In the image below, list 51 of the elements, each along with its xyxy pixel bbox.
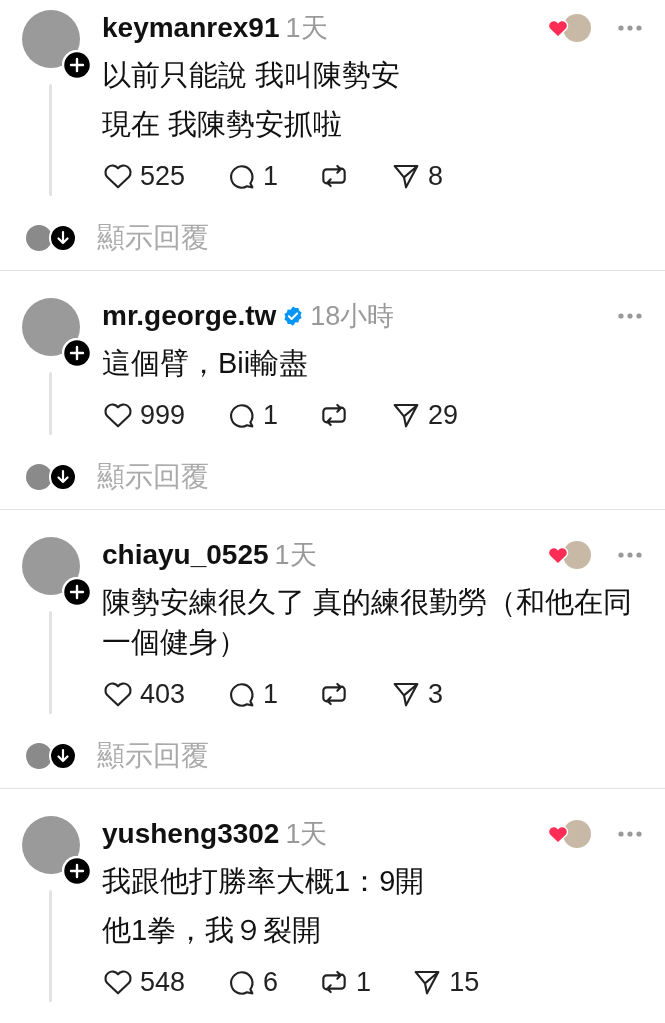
- username[interactable]: yusheng3302: [102, 818, 280, 850]
- comment-text: 陳勢安練很久了 真的練很勤勞（和他在同一個健身）: [102, 585, 634, 660]
- follow-plus-icon[interactable]: [62, 338, 92, 368]
- avatar[interactable]: [22, 298, 80, 356]
- replier-avatar: [26, 464, 52, 490]
- repost-button[interactable]: 1: [318, 966, 372, 998]
- share-button[interactable]: 3: [390, 678, 444, 710]
- like-button[interactable]: 548: [102, 966, 186, 998]
- reply-button[interactable]: 1: [225, 399, 279, 431]
- more-icon[interactable]: [617, 830, 643, 838]
- username[interactable]: mr.george.tw: [102, 300, 277, 332]
- avatar[interactable]: [22, 537, 80, 595]
- post-time: 1天: [274, 539, 317, 572]
- comment-text: 以前只能說 我叫陳勢安: [102, 58, 402, 93]
- share-button[interactable]: 29: [390, 399, 459, 431]
- author-avatar: [563, 14, 591, 42]
- reply-button[interactable]: 1: [225, 678, 279, 710]
- heart-icon: [547, 18, 569, 38]
- follow-plus-icon[interactable]: [62, 577, 92, 607]
- comment-text: 他1拳，我９裂開: [102, 913, 323, 948]
- like-button[interactable]: 403: [102, 678, 186, 710]
- avatar[interactable]: [22, 10, 80, 68]
- comment-text: 這個臂，Bii輸盡: [102, 346, 310, 381]
- arrow-down-icon: [49, 742, 77, 770]
- arrow-down-icon: [49, 224, 77, 252]
- username[interactable]: chiayu_0525: [102, 539, 269, 571]
- share-button[interactable]: 15: [411, 966, 480, 998]
- comment-text: 現在 我陳勢安抓啦: [102, 107, 344, 142]
- reply-button[interactable]: 1: [225, 160, 279, 192]
- post-time: 1天: [285, 818, 328, 851]
- author-avatar: [563, 820, 591, 848]
- follow-plus-icon[interactable]: [62, 856, 92, 886]
- replier-avatar: [26, 225, 52, 251]
- post-time: 18小時: [310, 300, 395, 333]
- share-button[interactable]: 8: [390, 160, 444, 192]
- more-icon[interactable]: [617, 24, 643, 32]
- username[interactable]: keymanrex91: [102, 12, 280, 44]
- heart-icon: [547, 824, 569, 844]
- arrow-down-icon: [49, 463, 77, 491]
- reply-button[interactable]: 6: [225, 966, 279, 998]
- heart-icon: [547, 545, 569, 565]
- author-avatar: [563, 541, 591, 569]
- follow-plus-icon[interactable]: [62, 50, 92, 80]
- like-button[interactable]: 999: [102, 399, 186, 431]
- like-button[interactable]: 525: [102, 160, 186, 192]
- avatar[interactable]: [22, 816, 80, 874]
- more-icon[interactable]: [617, 551, 643, 559]
- post-time: 1天: [285, 12, 328, 45]
- replier-avatar: [26, 743, 52, 769]
- more-icon[interactable]: [617, 312, 643, 320]
- comment-text: 我跟他打勝率大概1：9開: [102, 864, 426, 899]
